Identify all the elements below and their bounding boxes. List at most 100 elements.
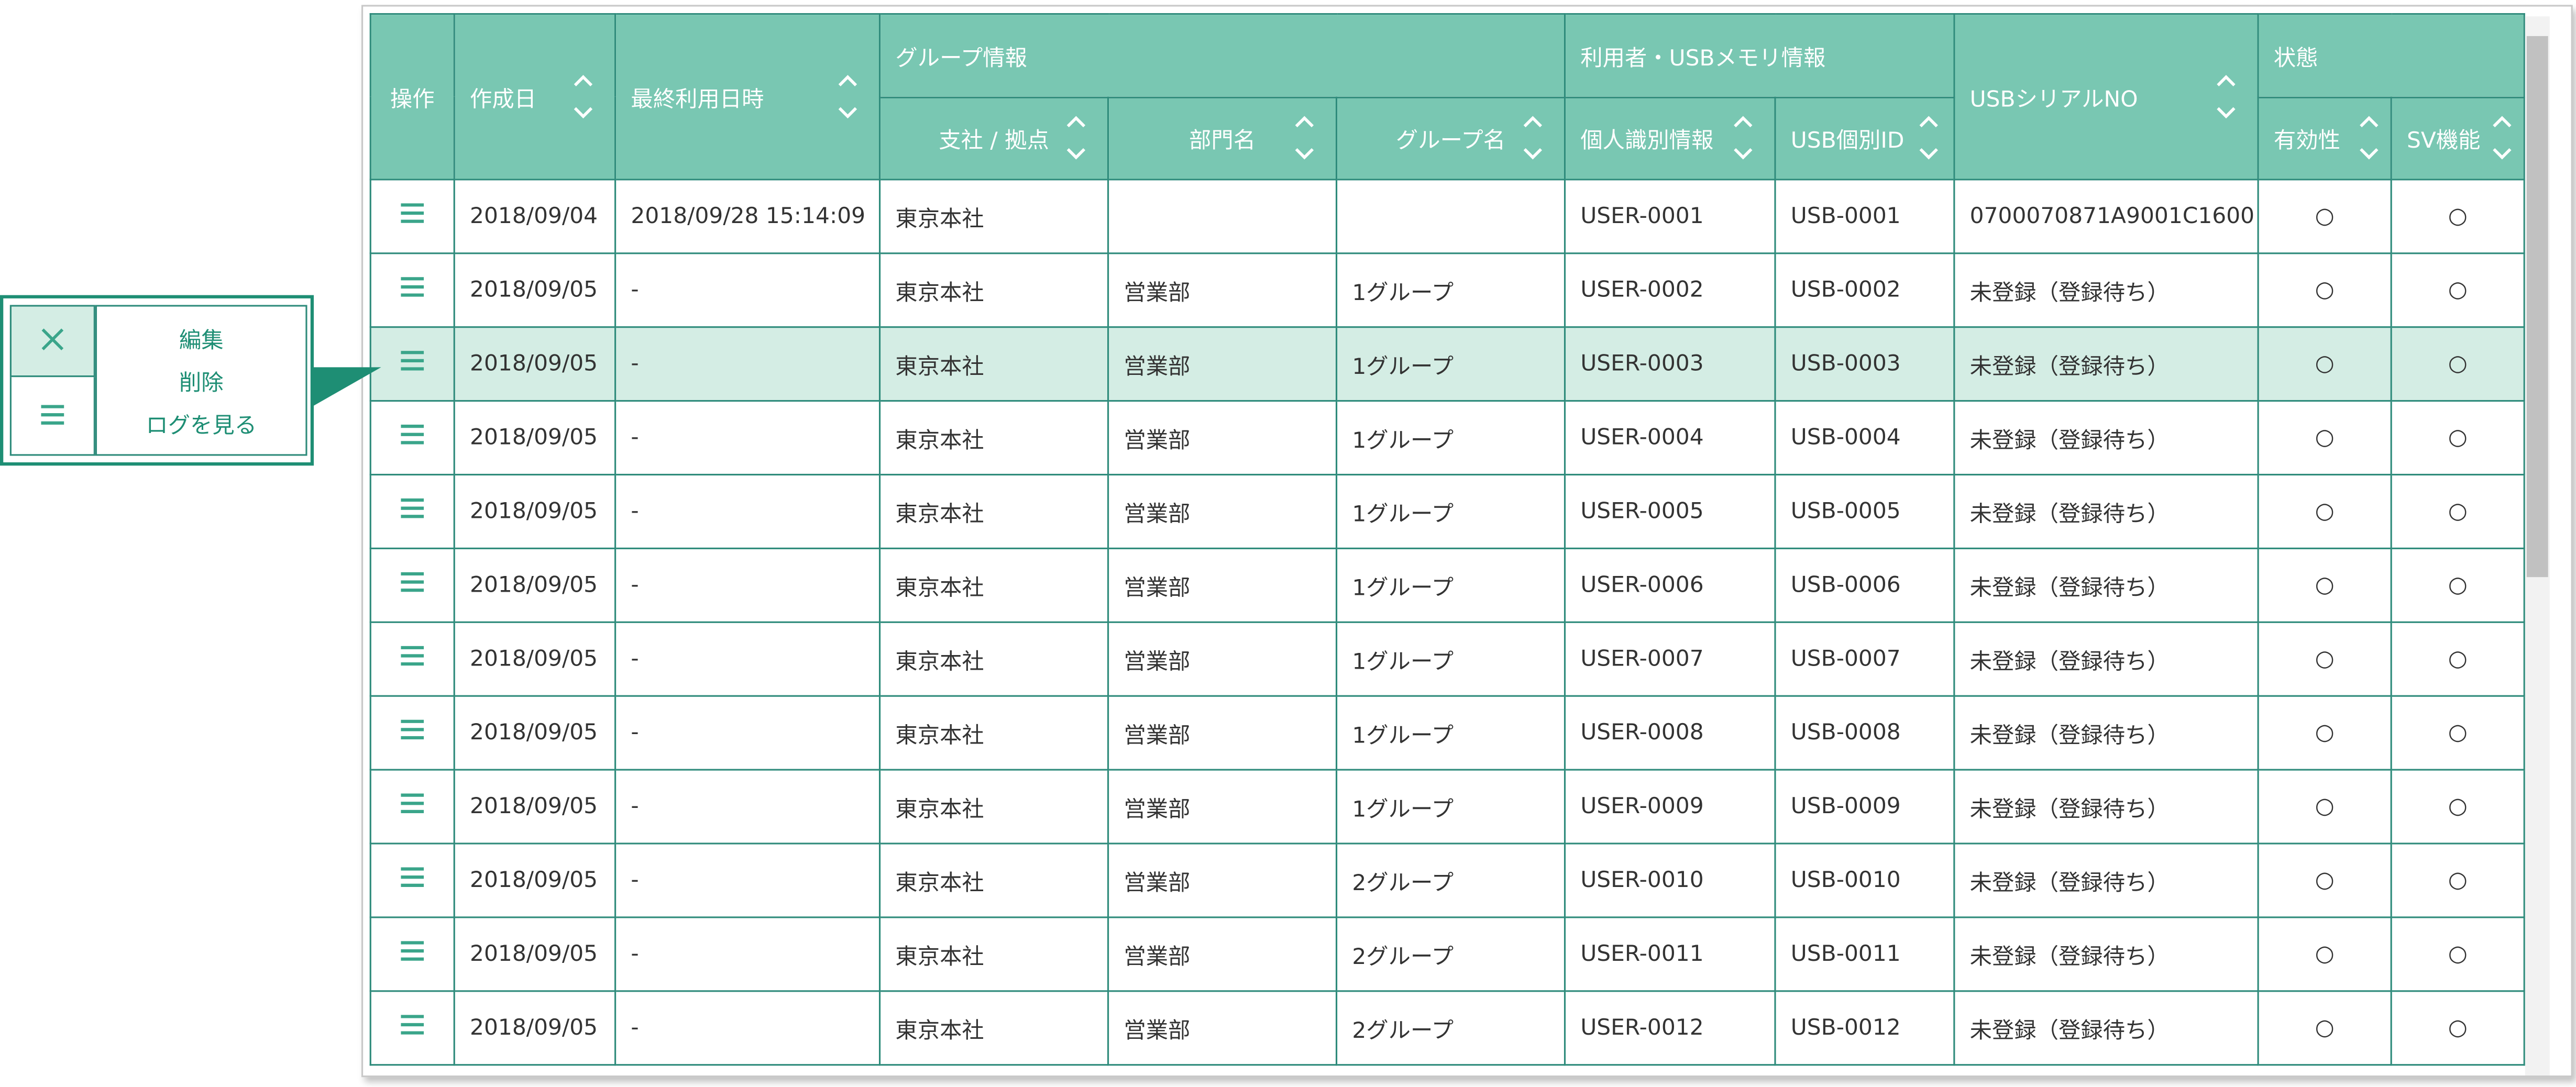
cell-usb-serial: 未登録（登録待ち） xyxy=(1953,621,2259,697)
col-header-last-used[interactable]: 最終利用日時 xyxy=(614,13,881,181)
row-menu-button[interactable] xyxy=(369,769,455,845)
menu-item-delete[interactable]: 削除 xyxy=(97,362,305,405)
hamburger-menu-icon xyxy=(401,793,424,820)
sort-icon[interactable] xyxy=(1064,114,1087,163)
cell-branch: 東京本社 xyxy=(879,916,1109,992)
status-mark: ○ xyxy=(2315,1015,2335,1041)
row-menu-button[interactable] xyxy=(9,377,95,456)
menu-item-view-log[interactable]: ログを見る xyxy=(97,405,305,447)
col-header-group-name[interactable]: グループ名 xyxy=(1335,96,1566,181)
cell-usb-id: USB-0011 xyxy=(1774,916,1955,992)
row-menu-button[interactable] xyxy=(369,473,455,549)
sort-icon[interactable] xyxy=(1521,114,1544,163)
scrollbar-thumb[interactable] xyxy=(2526,36,2548,578)
cell-usb-id: USB-0004 xyxy=(1774,400,1955,476)
table-row[interactable]: 2018/09/05- 東京本社 営業部 1グループ USER-0006 USB-0006… xyxy=(369,547,2525,623)
close-menu-button[interactable] xyxy=(9,305,95,378)
sort-icon[interactable] xyxy=(572,72,595,121)
table-row[interactable]: 2018/09/05- 東京本社 営業部 2グループ USER-0012 USB-0012… xyxy=(369,990,2525,1066)
status-mark: ○ xyxy=(2315,277,2335,304)
status-mark: ○ xyxy=(2448,351,2468,378)
col-header-sv[interactable]: SV機能 xyxy=(2390,96,2525,181)
cell-validity: ○ xyxy=(2257,621,2392,697)
table-row[interactable]: 2018/09/05- 東京本社 営業部 1グループ USER-0002 USB-0002… xyxy=(369,252,2525,328)
cell-group-name xyxy=(1335,179,1566,254)
row-menu-button[interactable] xyxy=(369,400,455,476)
row-menu-button[interactable] xyxy=(369,547,455,623)
row-menu-button[interactable] xyxy=(369,842,455,918)
sort-icon[interactable] xyxy=(1293,114,1316,163)
table-body: 2018/09/04 2018/09/28 15:14:09 東京本社 USER-00… xyxy=(369,179,2525,1066)
sort-icon[interactable] xyxy=(2491,114,2514,163)
col-header-usb-serial[interactable]: USBシリアルNO xyxy=(1953,13,2259,181)
cell-department xyxy=(1107,179,1338,254)
cell-usb-id: USB-0007 xyxy=(1774,621,1955,697)
cell-usb-serial: 未登録（登録待ち） xyxy=(1953,547,2259,623)
table-row[interactable]: 2018/09/05- 東京本社 営業部 1グループ USER-0008 USB-0008… xyxy=(369,695,2525,771)
sort-icon[interactable] xyxy=(836,72,859,121)
cell-department: 営業部 xyxy=(1107,326,1338,402)
cell-group-name: 2グループ xyxy=(1335,916,1566,992)
cell-created: 2018/09/05 xyxy=(453,252,617,328)
cell-created: 2018/09/05 xyxy=(453,842,617,918)
hamburger-menu-icon xyxy=(401,277,424,303)
sort-icon[interactable] xyxy=(1732,114,1755,163)
sort-icon[interactable] xyxy=(2215,72,2238,121)
col-header-usb-id[interactable]: USB個別ID xyxy=(1774,96,1955,181)
cell-usb-id: USB-0009 xyxy=(1774,769,1955,845)
vertical-scrollbar[interactable] xyxy=(2525,16,2550,1076)
cell-personal-id: USER-0001 xyxy=(1564,179,1776,254)
cell-department: 営業部 xyxy=(1107,769,1338,845)
hamburger-menu-icon xyxy=(41,400,64,431)
row-menu-button[interactable] xyxy=(369,326,455,402)
table-row[interactable]: 2018/09/05- 東京本社 営業部 1グループ USER-0007 USB-0007… xyxy=(369,621,2525,697)
cell-created: 2018/09/05 xyxy=(453,916,617,992)
row-menu-button[interactable] xyxy=(369,695,455,771)
table-row[interactable]: 2018/09/05- 東京本社 営業部 1グループ USER-0004 USB-0004… xyxy=(369,400,2525,476)
callout-arrow-icon xyxy=(312,361,381,416)
menu-item-edit[interactable]: 編集 xyxy=(97,320,305,362)
table-row[interactable]: 2018/09/05- 東京本社 営業部 1グループ USER-0005 USB-0005… xyxy=(369,473,2525,549)
col-header-department[interactable]: 部門名 xyxy=(1107,96,1338,181)
status-mark: ○ xyxy=(2448,203,2468,230)
cell-personal-id: USER-0006 xyxy=(1564,547,1776,623)
cell-group-name: 1グループ xyxy=(1335,695,1566,771)
row-menu-button[interactable] xyxy=(369,990,455,1066)
col-header-created[interactable]: 作成日 xyxy=(453,13,617,181)
sort-icon[interactable] xyxy=(1917,114,1940,163)
col-header-branch[interactable]: 支社 / 拠点 xyxy=(879,96,1109,181)
col-header-validity[interactable]: 有効性 xyxy=(2257,96,2392,181)
cell-usb-id: USB-0006 xyxy=(1774,547,1955,623)
table-row[interactable]: 2018/09/05- 東京本社 営業部 2グループ USER-0010 USB-0010… xyxy=(369,842,2525,918)
cell-last-used: - xyxy=(614,326,881,402)
table-row[interactable]: 2018/09/04 2018/09/28 15:14:09 東京本社 USER-00… xyxy=(369,179,2525,254)
cell-department: 営業部 xyxy=(1107,695,1338,771)
status-mark: ○ xyxy=(2315,351,2335,378)
cell-personal-id: USER-0011 xyxy=(1564,916,1776,992)
cell-personal-id: USER-0002 xyxy=(1564,252,1776,328)
table-row[interactable]: 2018/09/05- 東京本社 営業部 2グループ USER-0011 USB-0011… xyxy=(369,916,2525,992)
status-mark: ○ xyxy=(2448,424,2468,451)
table-row[interactable]: 2018/09/05- 東京本社 営業部 1グループ USER-0003 USB-0003… xyxy=(369,326,2525,402)
row-menu-button[interactable] xyxy=(369,621,455,697)
status-mark: ○ xyxy=(2315,424,2335,451)
cell-personal-id: USER-0004 xyxy=(1564,400,1776,476)
col-header-personal-id[interactable]: 個人識別情報 xyxy=(1564,96,1776,181)
status-mark: ○ xyxy=(2448,498,2468,525)
cell-personal-id: USER-0005 xyxy=(1564,473,1776,549)
row-menu-button[interactable] xyxy=(369,252,455,328)
cell-usb-serial: 未登録（登録待ち） xyxy=(1953,769,2259,845)
cell-usb-id: USB-0005 xyxy=(1774,473,1955,549)
hamburger-menu-icon xyxy=(401,572,424,598)
cell-last-used: - xyxy=(614,916,881,992)
row-menu-button[interactable] xyxy=(369,916,455,992)
table-row[interactable]: 2018/09/05- 東京本社 営業部 1グループ USER-0009 USB-0009… xyxy=(369,769,2525,845)
cell-usb-serial: 未登録（登録待ち） xyxy=(1953,842,2259,918)
cell-department: 営業部 xyxy=(1107,621,1338,697)
hamburger-menu-icon xyxy=(401,351,424,377)
cell-department: 営業部 xyxy=(1107,916,1338,992)
cell-group-name: 1グループ xyxy=(1335,400,1566,476)
row-menu-button[interactable] xyxy=(369,179,455,254)
sort-icon[interactable] xyxy=(2358,114,2381,163)
cell-sv: ○ xyxy=(2390,990,2525,1066)
